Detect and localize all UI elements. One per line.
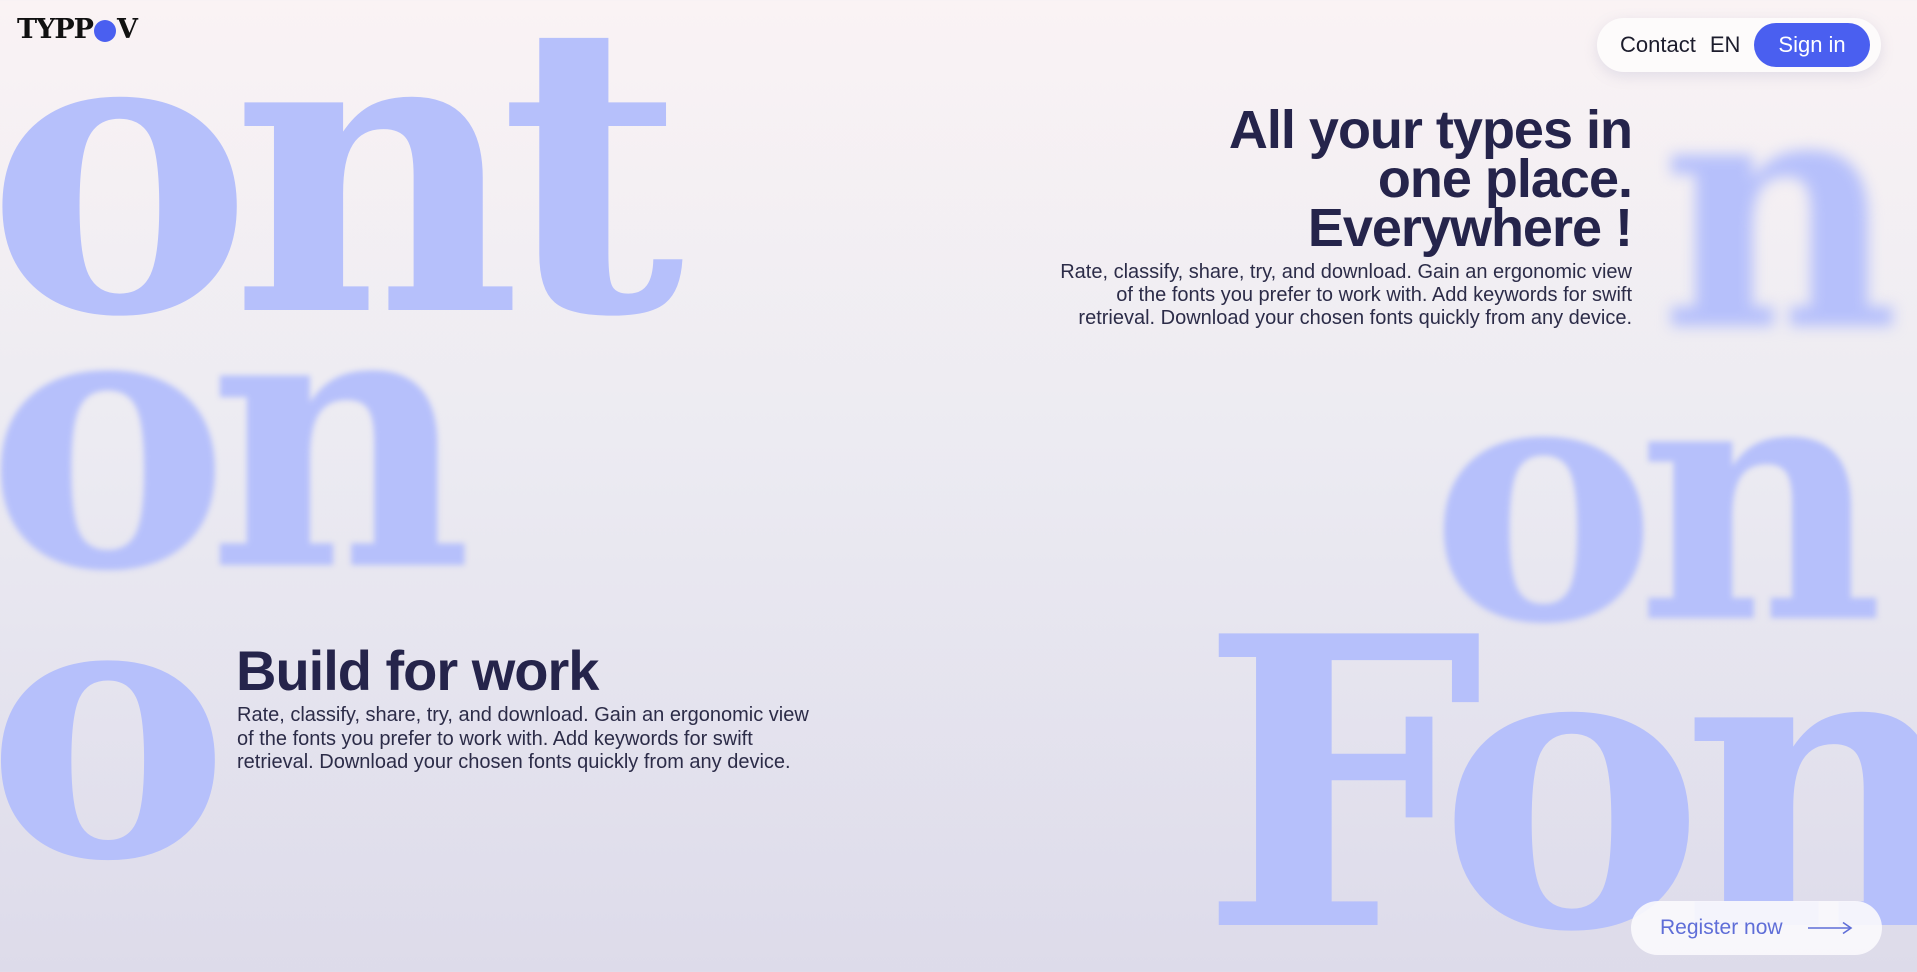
hero-description: Rate, classify, share, try, and download… xyxy=(992,261,1632,330)
logo-text-right: V xyxy=(116,14,138,45)
feature-section: Build for work Rate, classify, share, tr… xyxy=(236,640,876,775)
feature-title: Build for work xyxy=(236,639,599,702)
hero-section: All your types in one place. Everywhere … xyxy=(992,103,1633,330)
sign-in-button[interactable]: Sign in xyxy=(1754,23,1870,67)
register-now-label: Register now xyxy=(1660,916,1783,939)
hero-description-line: retrieval. Download your chosen fonts qu… xyxy=(1078,307,1632,329)
contact-link[interactable]: Contact xyxy=(1620,32,1696,58)
hero-title-line: Everywhere ! xyxy=(1307,198,1633,258)
register-now-button[interactable]: Register now xyxy=(1631,901,1882,955)
logo-text-left: TYPP xyxy=(17,14,94,45)
language-selector[interactable]: EN xyxy=(1710,32,1741,58)
hero-description-line: of the fonts you prefer to work with. Ad… xyxy=(1116,284,1632,306)
feature-description-line: retrieval. Download your chosen fonts qu… xyxy=(237,751,791,773)
logo-dot-icon xyxy=(93,19,116,42)
hero-description-line: Rate, classify, share, try, and download… xyxy=(1060,261,1632,283)
feature-description: Rate, classify, share, try, and download… xyxy=(237,704,876,775)
top-nav: Contact EN Sign in xyxy=(1597,18,1881,72)
feature-description-line: Rate, classify, share, try, and download… xyxy=(237,704,809,726)
logo[interactable]: TYPP V xyxy=(17,14,138,45)
arrow-right-icon xyxy=(1807,921,1853,935)
feature-description-line: of the fonts you prefer to work with. Ad… xyxy=(237,727,753,750)
hero-title: All your types in one place. Everywhere … xyxy=(992,103,1633,255)
decor-word-low-left: o xyxy=(0,513,230,942)
